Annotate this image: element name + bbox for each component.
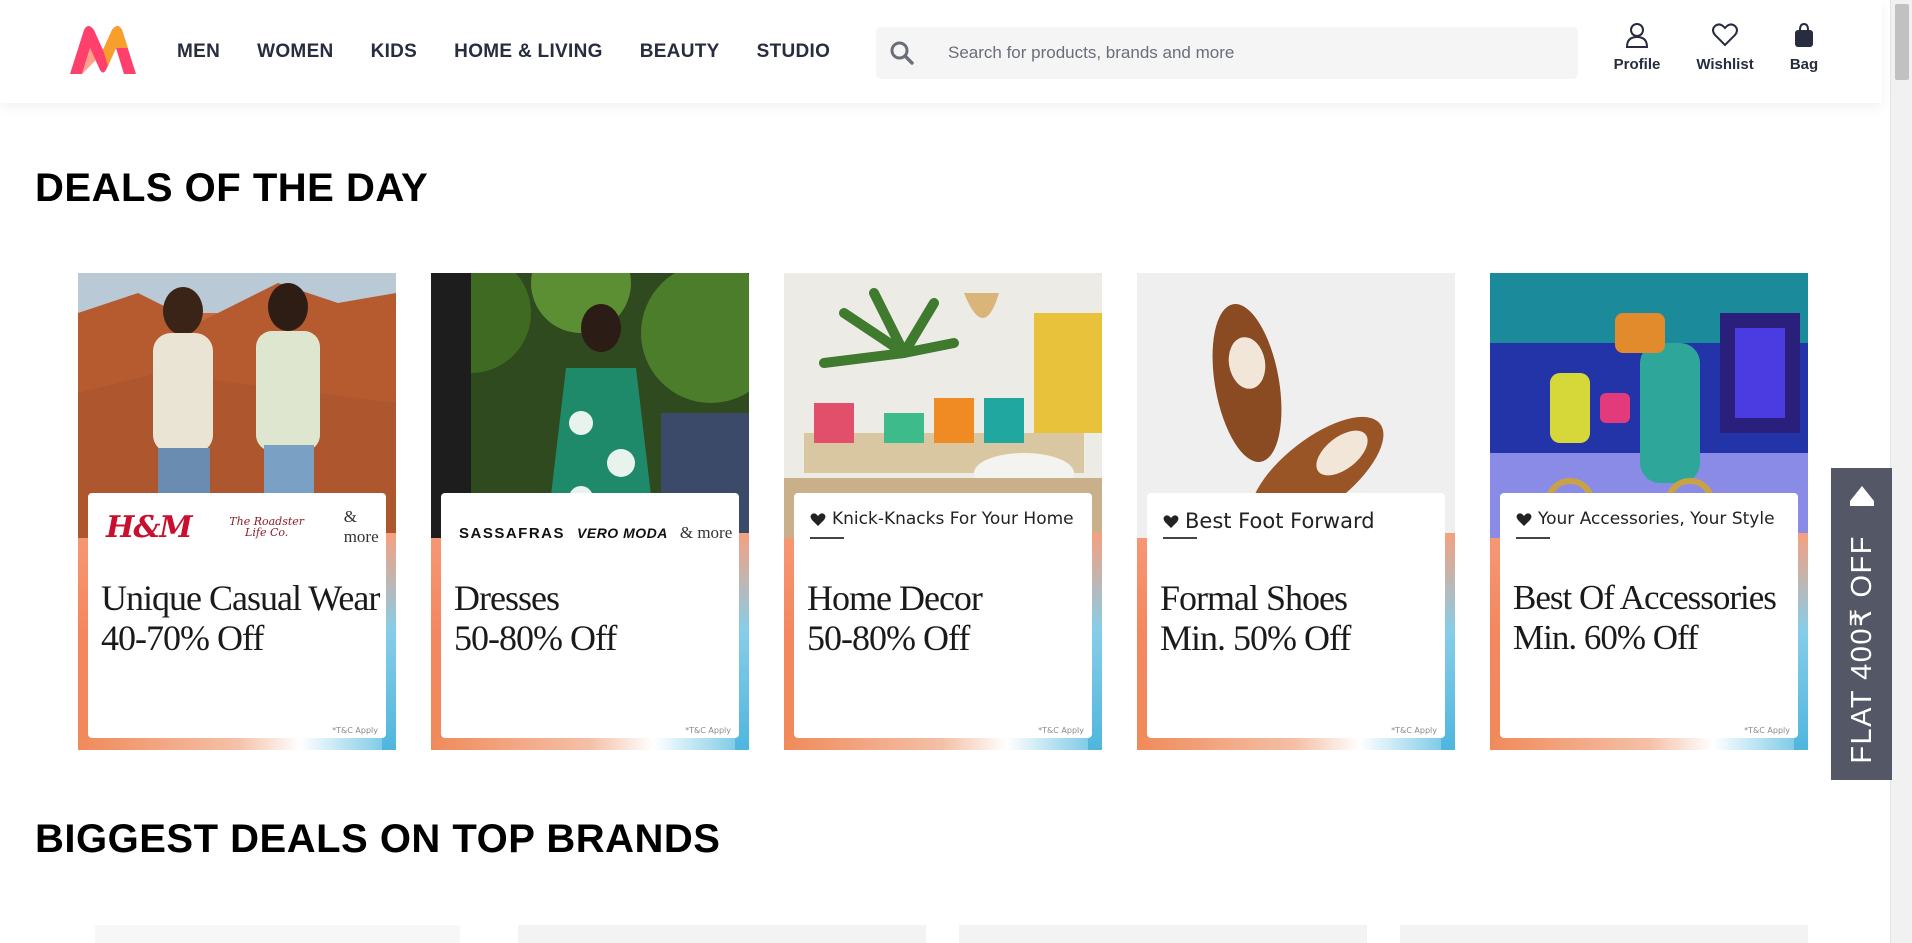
deal-discount: Min. 50% Off [1160, 618, 1351, 658]
wishlist-button[interactable]: Wishlist [1688, 22, 1762, 73]
deal-info-panel: Knick-Knacks For Your Home Home Decor 50… [794, 493, 1092, 738]
top-header: MEN WOMEN KIDS HOME & LIVING BEAUTY STUD… [0, 0, 1882, 103]
deal-card-accessories[interactable]: Your Accessories, Your Style Best Of Acc… [1490, 273, 1808, 750]
brand-sassafras-logo: SASSAFRAS [459, 524, 566, 542]
brand-deal-card[interactable] [95, 925, 460, 943]
heart-icon [810, 512, 826, 526]
deal-discount: 50-80% Off [454, 618, 617, 658]
tnc-note: *T&C Apply [1038, 726, 1084, 735]
brand-roadster-logo: The Roadster Life Co. [229, 515, 305, 539]
deal-info-panel: H&M The Roadster Life Co. & more Unique … [88, 493, 386, 738]
flat-offer-tab[interactable]: FLAT 400₹ OFF [1831, 468, 1892, 780]
wishlist-label: Wishlist [1696, 56, 1754, 73]
deal-tagline: Knick-Knacks For Your Home [810, 509, 1074, 529]
brand-deal-card[interactable] [959, 925, 1367, 943]
bag-button[interactable]: Bag [1774, 22, 1834, 73]
nav-studio[interactable]: STUDIO [757, 41, 831, 63]
deal-title-line1: Formal Shoes [1160, 578, 1348, 618]
nav-kids[interactable]: KIDS [371, 41, 418, 63]
nav-home-living[interactable]: HOME & LIVING [454, 41, 603, 63]
brand-vero-moda-logo: VERO MODA [577, 525, 668, 541]
profile-button[interactable]: Profile [1600, 22, 1674, 73]
deal-card-home-decor[interactable]: Knick-Knacks For Your Home Home Decor 50… [784, 273, 1102, 750]
tnc-note: *T&C Apply [1744, 726, 1790, 735]
bag-label: Bag [1789, 56, 1819, 73]
deal-tagline: Best Foot Forward [1163, 509, 1375, 533]
deal-title-line1: Unique Casual Wear [101, 578, 380, 618]
deal-tagline: Your Accessories, Your Style [1516, 509, 1775, 529]
profile-label: Profile [1613, 56, 1661, 73]
brand-deal-card[interactable] [1400, 925, 1808, 943]
flat-offer-text: FLAT 400₹ OFF [1845, 535, 1878, 764]
tagline-text: Your Accessories, Your Style [1538, 509, 1775, 529]
tagline-underline [810, 537, 844, 539]
deal-card-formal-shoes[interactable]: Best Foot Forward Formal Shoes Min. 50% … [1137, 273, 1455, 750]
search-input[interactable] [928, 33, 1548, 73]
tagline-text: Best Foot Forward [1185, 509, 1375, 533]
deal-title-line1: Home Decor [807, 578, 983, 618]
deal-info-panel: Best Foot Forward Formal Shoes Min. 50% … [1147, 493, 1445, 738]
page-scrollbar[interactable] [1890, 0, 1912, 943]
brand-logos: SASSAFRAS VERO MODA & more [459, 509, 732, 557]
search-icon[interactable] [876, 27, 928, 79]
deal-title: Dresses 50-80% Off [454, 578, 617, 658]
tagline-text: Knick-Knacks For Your Home [832, 509, 1074, 529]
deal-discount: 40-70% Off [101, 618, 264, 658]
brand-logos: H&M The Roadster Life Co. & more [106, 503, 386, 551]
biggest-deals-title: BIGGEST DEALS ON TOP BRANDS [35, 817, 721, 861]
deal-discount: Min. 60% Off [1513, 618, 1699, 657]
header-actions: Profile Wishlist Bag [1600, 22, 1834, 73]
tnc-note: *T&C Apply [332, 726, 378, 735]
brand-more-text: & more [343, 507, 379, 546]
heart-icon [1163, 514, 1179, 528]
main-nav: MEN WOMEN KIDS HOME & LIVING BEAUTY STUD… [177, 0, 867, 103]
search-bar [876, 27, 1578, 79]
bag-icon [1792, 22, 1816, 53]
card-decor-strip [784, 738, 1102, 750]
profile-icon [1625, 22, 1649, 53]
brand-hm-logo: H&M [106, 509, 193, 545]
card-decor-strip [431, 738, 749, 750]
scrollbar-thumb[interactable] [1895, 4, 1909, 80]
deals-carousel: H&M The Roadster Life Co. & more Unique … [78, 273, 1808, 750]
deal-card-casual-wear[interactable]: H&M The Roadster Life Co. & more Unique … [78, 273, 396, 750]
deal-title: Unique Casual Wear 40-70% Off [101, 578, 380, 658]
deal-card-dresses[interactable]: SASSAFRAS VERO MODA & more Dresses 50-80… [431, 273, 749, 750]
deal-info-panel: SASSAFRAS VERO MODA & more Dresses 50-80… [441, 493, 739, 738]
deals-of-the-day-title: DEALS OF THE DAY [35, 166, 429, 210]
nav-beauty[interactable]: BEAUTY [640, 41, 720, 63]
myntra-logo[interactable] [66, 24, 140, 76]
deal-discount: 50-80% Off [807, 618, 970, 658]
tnc-note: *T&C Apply [1391, 726, 1437, 735]
tagline-underline [1163, 537, 1197, 539]
nav-women[interactable]: WOMEN [257, 41, 333, 63]
heart-icon [1712, 22, 1738, 53]
nav-men[interactable]: MEN [177, 41, 220, 63]
tagline-underline [1516, 537, 1550, 539]
card-decor-strip [1137, 738, 1455, 750]
deal-title: Formal Shoes Min. 50% Off [1160, 578, 1351, 658]
brand-more-text: & more [679, 523, 733, 542]
heart-icon [1516, 512, 1532, 526]
deal-title: Best Of Accessories Min. 60% Off [1513, 578, 1777, 658]
deal-title-line1: Dresses [454, 578, 560, 618]
card-decor-strip [78, 738, 396, 750]
brand-deal-card[interactable] [518, 925, 926, 943]
deal-title-line1: Best Of Accessories [1513, 578, 1777, 617]
caret-up-icon [1845, 480, 1878, 517]
tnc-note: *T&C Apply [685, 726, 731, 735]
deal-info-panel: Your Accessories, Your Style Best Of Acc… [1500, 493, 1798, 738]
deal-title: Home Decor 50-80% Off [807, 578, 983, 658]
card-decor-strip [1490, 738, 1808, 750]
